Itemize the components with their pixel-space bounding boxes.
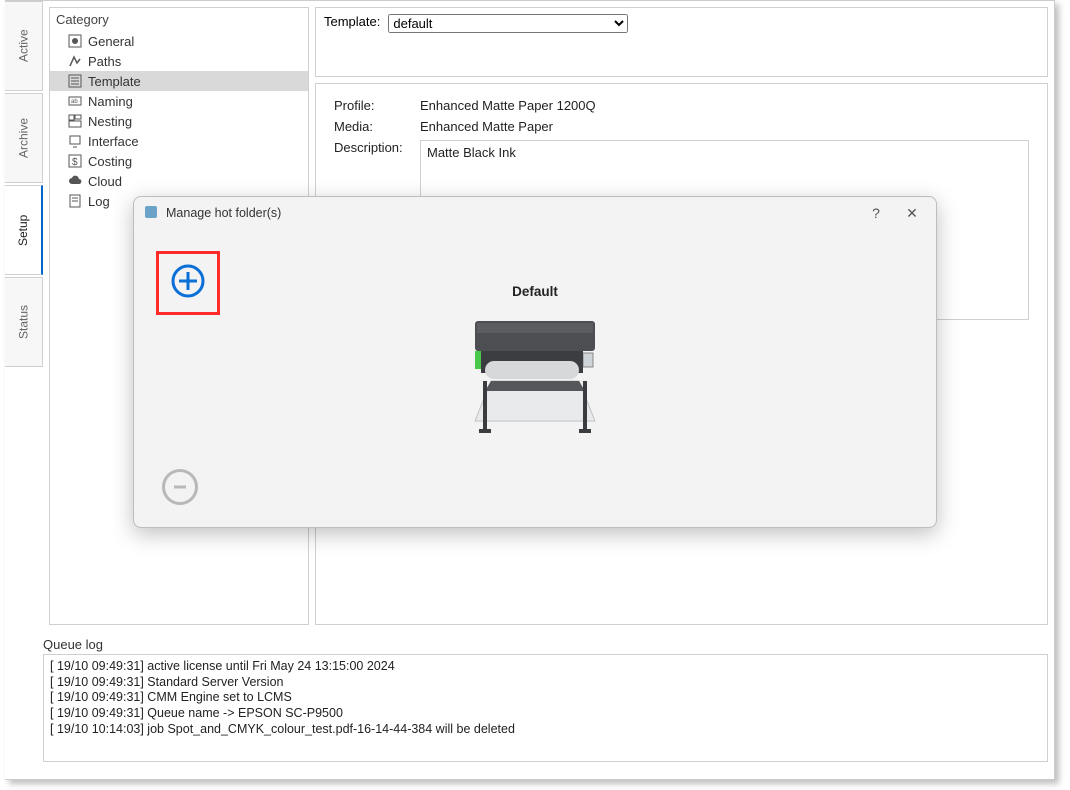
costing-icon: $: [68, 154, 82, 168]
category-item-label: General: [88, 34, 134, 49]
queue-log-line: [ 19/10 09:49:31] Queue name -> EPSON SC…: [50, 706, 1041, 722]
category-item-nesting[interactable]: Nesting: [50, 111, 308, 131]
vtab-setup[interactable]: Setup: [5, 185, 43, 275]
remove-hot-folder-button[interactable]: [162, 469, 198, 505]
media-value: Enhanced Matte Paper: [420, 119, 553, 134]
category-item-naming[interactable]: ab Naming: [50, 91, 308, 111]
template-select[interactable]: default: [388, 14, 628, 33]
app-window: Active Archive Setup Status Category Gen…: [5, 0, 1055, 780]
category-item-label: Template: [88, 74, 141, 89]
nesting-icon: [68, 114, 82, 128]
category-item-label: Log: [88, 194, 110, 209]
app-icon: [144, 205, 158, 222]
category-item-label: Interface: [88, 134, 139, 149]
dialog-title-text: Manage hot folder(s): [166, 206, 281, 220]
queue-log-line: [ 19/10 09:49:31] CMM Engine set to LCMS: [50, 690, 1041, 706]
template-label: Template:: [324, 14, 380, 29]
dialog-close-button[interactable]: ✕: [898, 205, 926, 222]
category-item-general[interactable]: General: [50, 31, 308, 51]
manage-hot-folders-dialog: Manage hot folder(s) ? ✕ Default: [133, 196, 937, 528]
category-title: Category: [50, 8, 308, 31]
interface-icon: [68, 134, 82, 148]
paths-icon: [68, 54, 82, 68]
profile-value: Enhanced Matte Paper 1200Q: [420, 98, 596, 113]
queue-log-panel: Queue log [ 19/10 09:49:31] active licen…: [43, 635, 1048, 775]
category-item-paths[interactable]: Paths: [50, 51, 308, 71]
log-icon: [68, 194, 82, 208]
category-item-cloud[interactable]: Cloud: [50, 171, 308, 191]
naming-icon: ab: [68, 94, 82, 108]
queue-log-line: [ 19/10 09:49:31] active license until F…: [50, 659, 1041, 675]
category-item-label: Naming: [88, 94, 133, 109]
category-item-interface[interactable]: Interface: [50, 131, 308, 151]
vertical-tabs: Active Archive Setup Status: [5, 1, 45, 781]
template-icon: [68, 74, 82, 88]
hot-folder-display: Default: [134, 284, 936, 441]
dialog-titlebar[interactable]: Manage hot folder(s) ? ✕: [134, 197, 936, 229]
queue-log-line: [ 19/10 09:49:31] Standard Server Versio…: [50, 675, 1041, 691]
category-item-label: Costing: [88, 154, 132, 169]
category-item-label: Nesting: [88, 114, 132, 129]
category-item-costing[interactable]: $ Costing: [50, 151, 308, 171]
category-list: General Paths Template ab: [50, 31, 308, 211]
vtab-active[interactable]: Active: [5, 1, 43, 91]
dot-icon: [68, 34, 82, 48]
cloud-icon: [68, 174, 82, 188]
queue-log-body[interactable]: [ 19/10 09:49:31] active license until F…: [43, 654, 1048, 762]
hot-folder-default-label: Default: [134, 284, 936, 299]
media-label: Media:: [334, 119, 414, 134]
queue-log-title: Queue log: [43, 635, 1048, 654]
dialog-help-button[interactable]: ?: [862, 205, 890, 221]
printer-icon: [455, 311, 615, 441]
template-header: Template: default: [315, 7, 1048, 77]
dialog-body: Default: [134, 229, 936, 527]
profile-label: Profile:: [334, 98, 414, 113]
svg-text:ab: ab: [71, 99, 78, 105]
category-item-label: Cloud: [88, 174, 122, 189]
category-item-template[interactable]: Template: [50, 71, 308, 91]
category-item-label: Paths: [88, 54, 121, 69]
svg-text:$: $: [72, 157, 78, 168]
vtab-status[interactable]: Status: [5, 277, 43, 367]
queue-log-line: [ 19/10 10:14:03] job Spot_and_CMYK_colo…: [50, 722, 1041, 738]
vtab-archive[interactable]: Archive: [5, 93, 43, 183]
